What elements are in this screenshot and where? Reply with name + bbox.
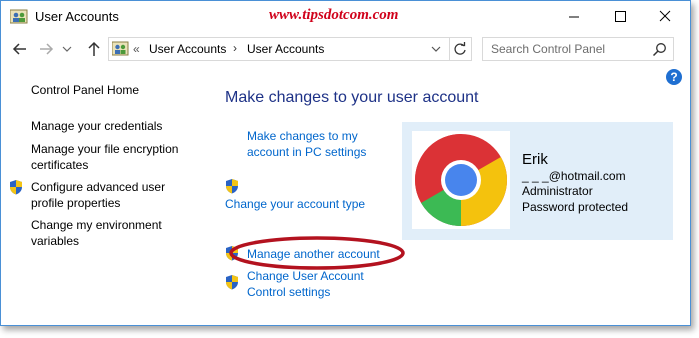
sidebar-item-manage-credentials[interactable]: Manage your credentials bbox=[31, 118, 162, 134]
watermark-text: www.tipsdotcom.com bbox=[269, 7, 399, 23]
search-input[interactable]: Search Control Panel bbox=[491, 42, 605, 56]
sidebar-item-label-line-1: Manage your file encryption bbox=[31, 142, 179, 156]
link-label-line-1: Change User Account bbox=[247, 269, 364, 283]
sidebar-item-label: Control Panel Home bbox=[31, 83, 140, 97]
forward-arrow-icon[interactable] bbox=[37, 40, 55, 58]
avatar bbox=[412, 131, 510, 229]
link-change-uac-settings[interactable]: Change User Account Control settings bbox=[247, 268, 364, 300]
breadcrumb-user-accounts-2[interactable]: User Accounts bbox=[247, 42, 324, 56]
account-role: Administrator bbox=[522, 184, 593, 198]
breadcrumb-separator[interactable]: › bbox=[233, 41, 237, 55]
breadcrumb-user-accounts-1[interactable]: User Accounts bbox=[149, 42, 226, 56]
link-label-line-2: Control settings bbox=[247, 285, 331, 299]
link-label: Change your account type bbox=[225, 197, 366, 211]
refresh-icon[interactable] bbox=[449, 38, 471, 60]
user-accounts-window: User Accounts www.tipsdotcom.com « User … bbox=[0, 0, 691, 326]
window-title: User Accounts bbox=[35, 9, 119, 24]
link-make-changes-pc-settings[interactable]: Make changes to my account in PC setting… bbox=[247, 128, 366, 160]
title-bar: User Accounts www.tipsdotcom.com bbox=[1, 1, 690, 32]
sidebar-item-label-line-2: certificates bbox=[31, 158, 89, 172]
minimize-button[interactable] bbox=[551, 1, 597, 32]
address-bar[interactable]: « User Accounts › User Accounts bbox=[108, 37, 472, 61]
back-arrow-icon[interactable] bbox=[11, 40, 29, 58]
breadcrumb-overflow[interactable]: « bbox=[133, 42, 140, 56]
close-button[interactable] bbox=[642, 1, 688, 32]
account-name: Erik bbox=[522, 151, 548, 168]
sidebar-item-label: Manage your credentials bbox=[31, 119, 163, 133]
sidebar-item-label-line-1: Configure advanced user bbox=[31, 180, 166, 194]
maximize-button[interactable] bbox=[597, 1, 643, 32]
sidebar-item-change-environment-variables[interactable]: Change my environment variables bbox=[31, 217, 162, 249]
chrome-logo-icon bbox=[414, 134, 508, 226]
search-box[interactable]: Search Control Panel bbox=[482, 37, 674, 61]
account-email: _ _ _@hotmail.com bbox=[522, 169, 626, 183]
account-password-status: Password protected bbox=[522, 200, 629, 214]
sidebar-item-label-line-2: variables bbox=[31, 234, 80, 248]
sidebar-item-label-line-1: Change my environment bbox=[31, 218, 162, 232]
address-dropdown-chevron-icon[interactable] bbox=[431, 42, 441, 56]
link-label-line-1: Make changes to my bbox=[247, 129, 358, 143]
up-arrow-icon[interactable] bbox=[85, 40, 103, 58]
page-title: Make changes to your user account bbox=[225, 89, 479, 106]
sidebar-item-control-panel-home[interactable]: Control Panel Home bbox=[31, 82, 139, 98]
highlight-ellipse bbox=[229, 236, 405, 270]
sidebar-item-label-line-2: profile properties bbox=[31, 196, 121, 210]
sidebar-item-configure-advanced-profile[interactable]: Configure advanced user profile properti… bbox=[31, 179, 165, 211]
sidebar-item-manage-file-encryption[interactable]: Manage your file encryption certificates bbox=[31, 141, 178, 173]
search-icon[interactable] bbox=[652, 42, 667, 57]
uac-shield-icon bbox=[226, 179, 238, 194]
user-accounts-location-icon bbox=[112, 41, 129, 56]
link-label-line-2: account in PC settings bbox=[247, 145, 367, 159]
link-change-account-type[interactable]: Change your account type bbox=[225, 196, 365, 212]
user-accounts-icon bbox=[10, 9, 28, 24]
uac-shield-icon bbox=[226, 275, 238, 290]
help-icon[interactable]: ? bbox=[666, 69, 682, 85]
uac-shield-icon bbox=[10, 180, 22, 195]
recent-locations-chevron-icon[interactable] bbox=[61, 40, 73, 58]
